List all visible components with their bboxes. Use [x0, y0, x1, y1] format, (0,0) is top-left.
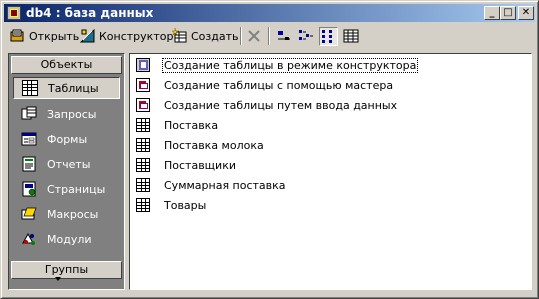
list-item-label: Создание таблицы путем ввода данных [164, 98, 398, 112]
sidebar-item-modules[interactable]: Модули [13, 228, 120, 250]
list-item-label: Поставка молока [164, 138, 264, 152]
minimize-button[interactable]: _ [484, 6, 500, 20]
table-icon [22, 80, 38, 96]
sidebar-item-queries[interactable]: Запросы [13, 103, 120, 125]
list-view-icon[interactable] [319, 27, 338, 46]
sidebar-item-forms[interactable]: Формы [13, 128, 120, 150]
list-item[interactable]: Товары [136, 196, 207, 214]
maximize-button[interactable]: □ [500, 6, 516, 20]
sidebar-item-pages[interactable]: Страницы [13, 178, 120, 200]
list-item-label: Создание таблицы в режиме конструктора [161, 57, 419, 73]
report-icon [21, 156, 37, 172]
table-icon [136, 198, 150, 212]
table-icon [136, 138, 150, 152]
objects-list: Создание таблицы в режиме конструктора С… [129, 53, 532, 290]
open-button[interactable]: Открыть [10, 26, 79, 46]
list-item-label: Поставка [164, 118, 219, 132]
small-icons-view-icon[interactable] [298, 28, 314, 44]
query-icon [21, 106, 37, 122]
open-label: Открыть [29, 29, 80, 43]
form-icon [21, 131, 37, 147]
create-label: Создать [191, 29, 239, 43]
sidebar-item-label: Запросы [47, 107, 97, 121]
list-item[interactable]: Создание таблицы с помощью мастера [136, 76, 394, 94]
sidebar-item-reports[interactable]: Отчеты [13, 153, 120, 175]
create-sparkle-icon [171, 27, 188, 44]
table-icon [136, 118, 150, 132]
sidebar-item-label: Страницы [47, 182, 106, 196]
list-item[interactable]: Суммарная поставка [136, 176, 287, 194]
list-item-label: Поставщики [164, 158, 236, 172]
macro-icon [21, 206, 37, 222]
sidebar-item-label: Отчеты [47, 157, 91, 171]
objects-bar: Объекты Таблицы Запросы Формы Отчеты Стр… [8, 53, 125, 290]
window-title: db4 : база данных [26, 6, 154, 20]
table-icon [136, 178, 150, 192]
sidebar-item-tables[interactable]: Таблицы [13, 77, 120, 99]
list-item-label: Товары [164, 198, 207, 212]
wizard-icon [136, 98, 150, 112]
sidebar-item-macros[interactable]: Макросы [13, 203, 120, 225]
list-item[interactable]: Создание таблицы в режиме конструктора [136, 56, 419, 74]
toolbar-separator [268, 27, 270, 45]
database-window: db4 : база данных _ □ ✕ Открыть Конструк… [0, 0, 539, 299]
list-item[interactable]: Поставка [136, 116, 219, 134]
groups-button[interactable]: Группы [11, 261, 122, 279]
delete-icon[interactable] [246, 28, 262, 44]
create-button[interactable]: Создать [171, 26, 239, 46]
close-button[interactable]: ✕ [518, 6, 534, 20]
sidebar-item-label: Модули [47, 232, 92, 246]
table-icon [136, 158, 150, 172]
details-view-icon[interactable] [343, 28, 359, 44]
list-item-label: Создание таблицы с помощью мастера [164, 78, 394, 92]
open-icon [10, 28, 26, 44]
design-ruler-icon [79, 28, 96, 44]
chevron-down-icon[interactable] [55, 277, 61, 281]
design-wizard-icon [136, 58, 150, 72]
sidebar-item-label: Макросы [47, 207, 99, 221]
module-icon [21, 231, 37, 247]
list-item[interactable]: Поставка молока [136, 136, 265, 154]
page-icon [21, 181, 37, 197]
title-bar[interactable]: db4 : база данных _ □ ✕ [4, 4, 535, 22]
list-item[interactable]: Поставщики [136, 156, 237, 174]
wizard-icon [136, 78, 150, 92]
toolbar: Открыть Конструктор Создать [4, 24, 535, 48]
list-item-label: Суммарная поставка [164, 178, 286, 192]
design-label: Конструктор [99, 29, 174, 43]
list-item[interactable]: Создание таблицы путем ввода данных [136, 96, 398, 114]
access-app-icon[interactable] [7, 6, 21, 20]
toolbar-separator [240, 27, 242, 45]
design-button[interactable]: Конструктор [79, 26, 174, 46]
large-icons-view-icon[interactable] [276, 28, 292, 44]
sidebar-item-label: Формы [47, 132, 88, 146]
sidebar-item-label: Таблицы [48, 81, 99, 95]
objects-group-button[interactable]: Объекты [11, 56, 122, 74]
